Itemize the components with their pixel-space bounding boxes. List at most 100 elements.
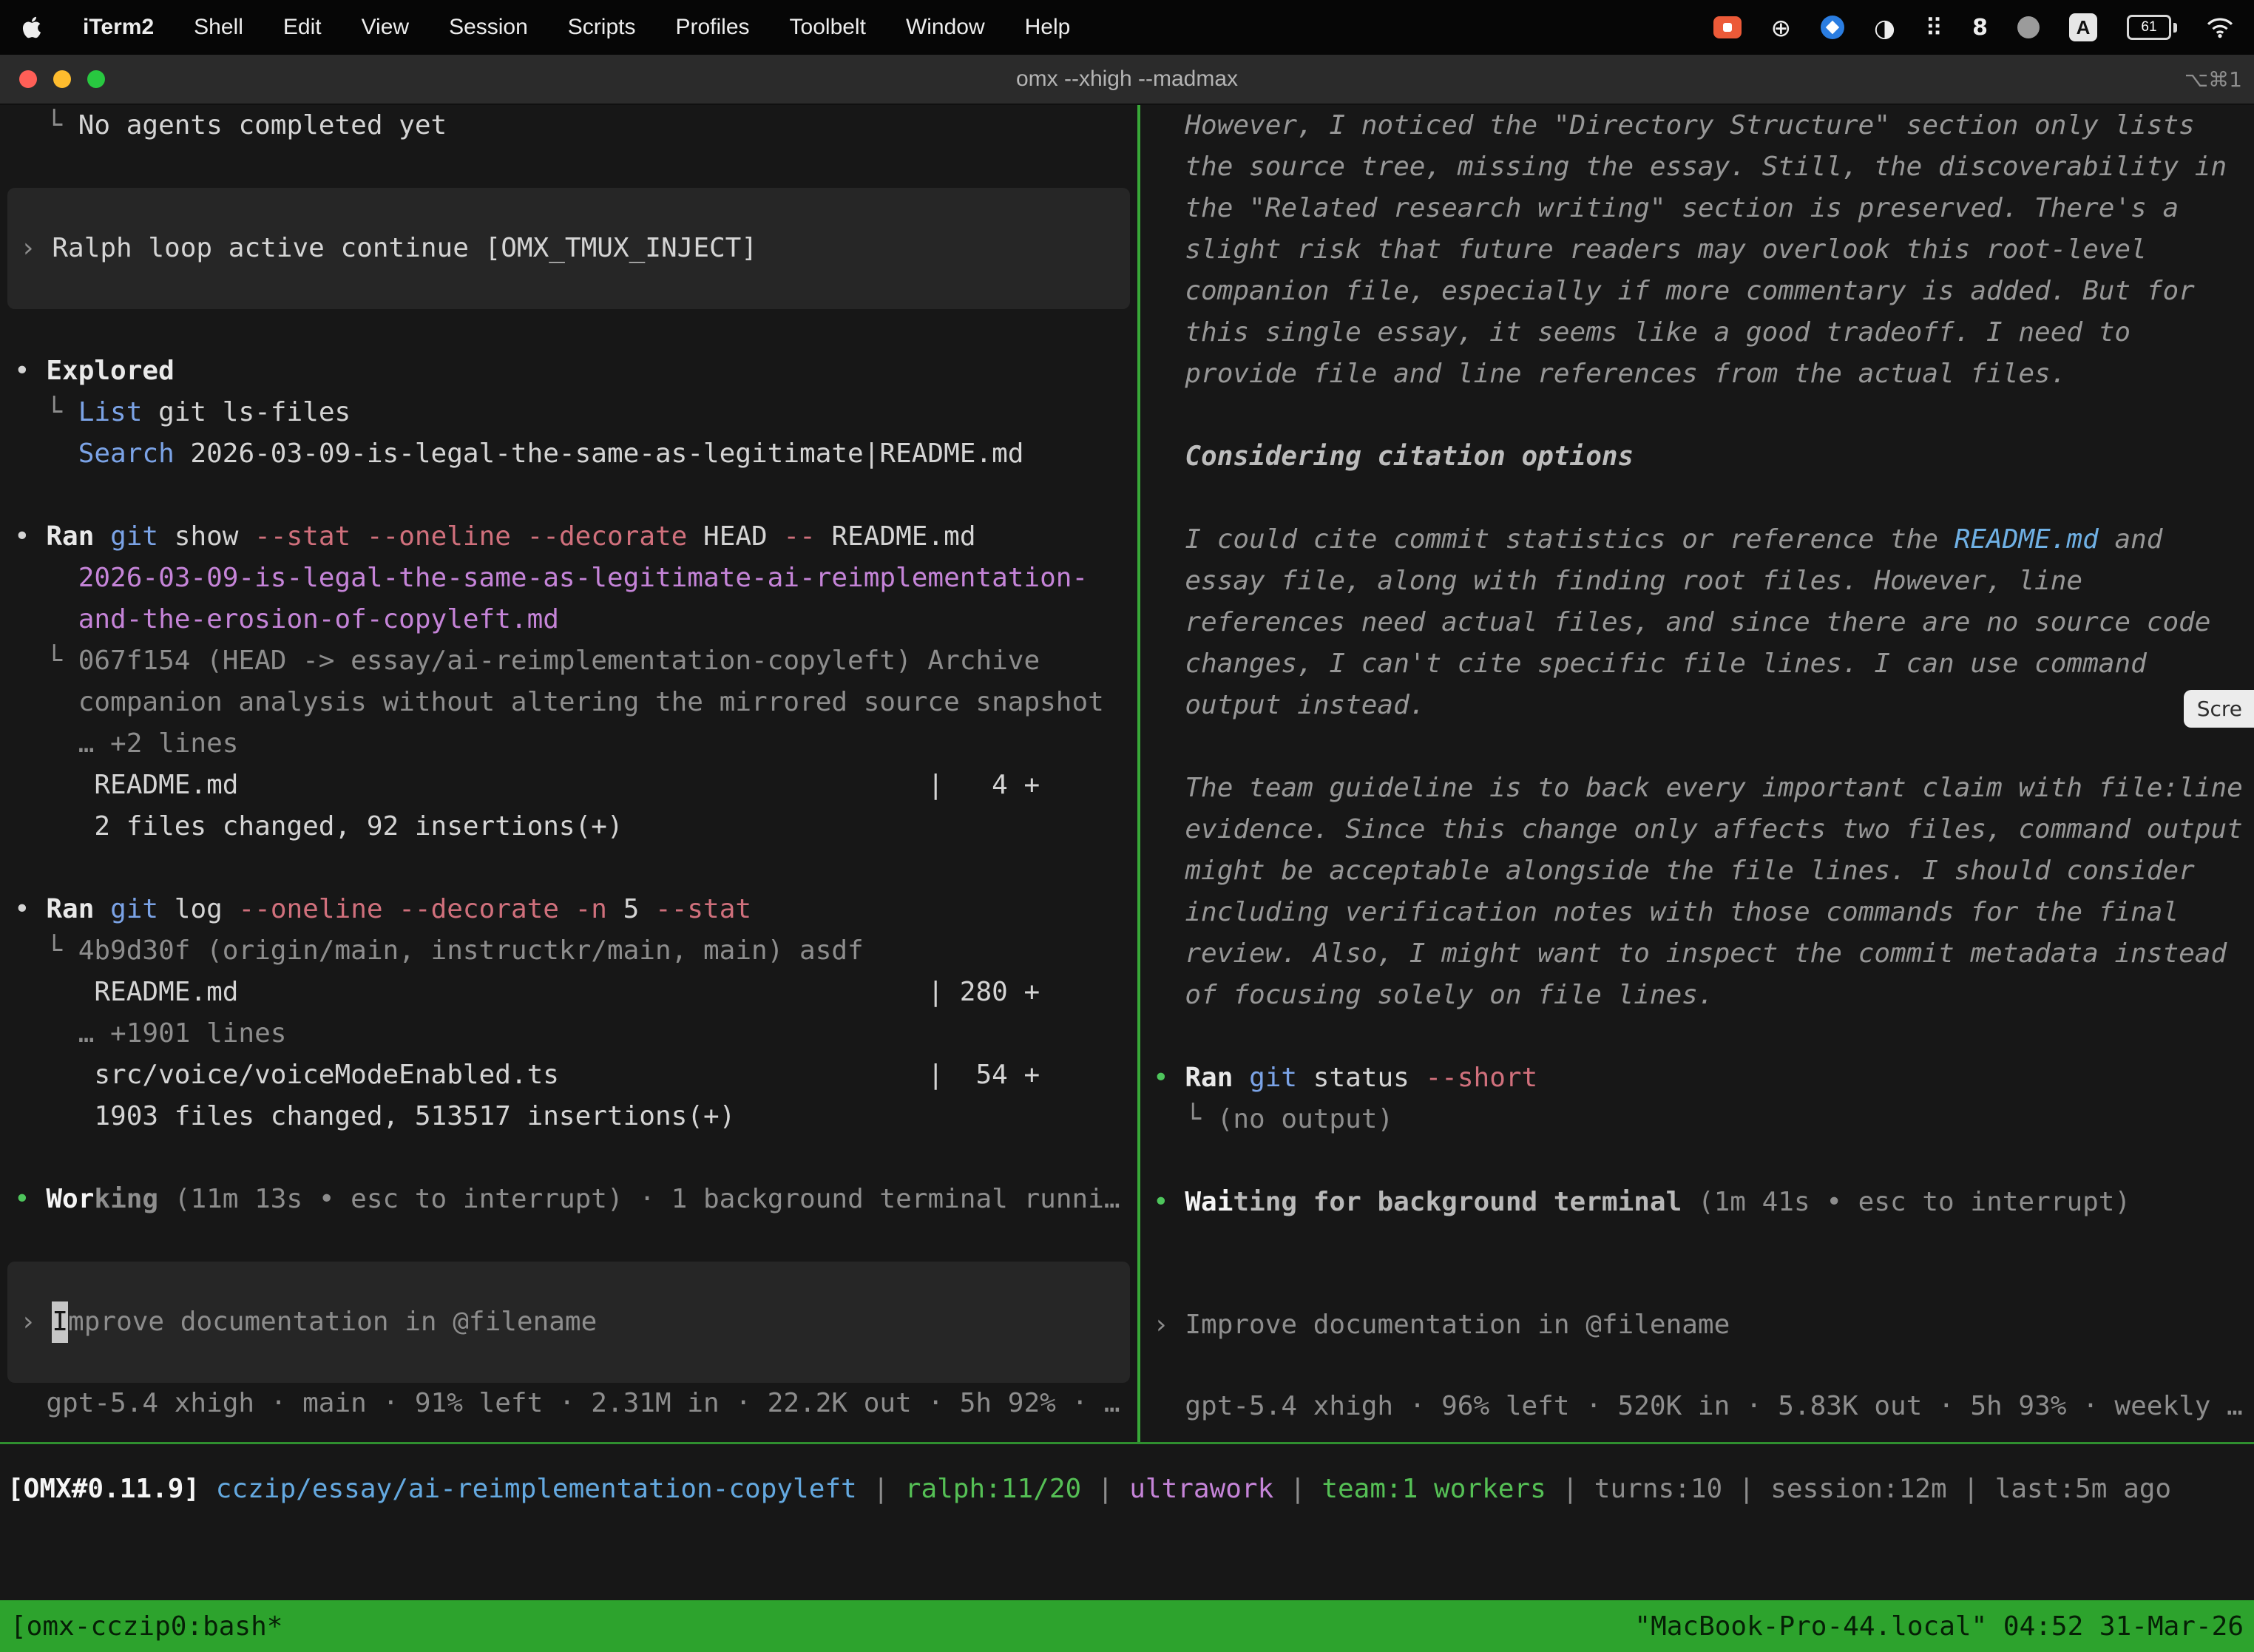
text-segment: README.md bbox=[816, 521, 976, 552]
text-segment: Search bbox=[78, 439, 175, 469]
blank-line bbox=[1140, 1016, 2254, 1057]
avatar-icon[interactable] bbox=[2017, 16, 2040, 38]
text-segment: Ran bbox=[46, 894, 94, 924]
text-segment: └ bbox=[14, 935, 78, 966]
menu-item-toolbelt[interactable]: Toolbelt bbox=[790, 15, 866, 40]
left-pane[interactable]: └ No agents completed yet› Ralph loop ac… bbox=[0, 105, 1137, 1442]
menu-item-help[interactable]: Help bbox=[1025, 15, 1071, 40]
right-pane[interactable]: However, I noticed the "Directory Struct… bbox=[1140, 105, 2254, 1442]
text-segment: README.md bbox=[14, 977, 238, 1007]
text-segment: I could cite commit statistics or refere… bbox=[1153, 524, 1955, 555]
battery-nub bbox=[2173, 23, 2177, 33]
text-segment: git bbox=[1249, 1063, 1297, 1093]
menu-item-iterm2[interactable]: iTerm2 bbox=[83, 15, 154, 40]
minimize-button[interactable] bbox=[53, 70, 71, 88]
blank-line bbox=[1140, 726, 2254, 768]
text-segment: › bbox=[20, 1301, 52, 1343]
macos-menu-bar: iTerm2 Shell Edit View Session Scripts Profile… bbox=[0, 0, 2254, 55]
prompt-input[interactable]: › Improve documentation in @filename bbox=[7, 1262, 1130, 1383]
text-segment: └ bbox=[14, 646, 78, 676]
text-segment bbox=[1233, 1063, 1249, 1093]
contrast-circle-icon[interactable]: ◑ bbox=[1874, 11, 1895, 44]
input-source-icon[interactable]: A bbox=[2069, 13, 2097, 41]
text-segment: … +1901 lines bbox=[14, 1018, 286, 1049]
text-segment bbox=[94, 521, 110, 552]
text-segment: (no output) bbox=[1217, 1104, 1393, 1134]
terminal-line: the "Related research writing" section i… bbox=[1140, 188, 2254, 229]
terminal-line: changes, I can't cite specific file line… bbox=[1140, 643, 2254, 685]
text-segment: git ls-files bbox=[142, 397, 351, 427]
text-segment: 2026-03-09-is-legal-the-same-as-legitima… bbox=[175, 439, 1024, 469]
recording-indicator[interactable] bbox=[1713, 16, 1742, 38]
text-segment: companion analysis without altering the … bbox=[14, 687, 1104, 717]
text-segment bbox=[200, 1474, 216, 1504]
terminal-window: └ No agents completed yet› Ralph loop ac… bbox=[0, 105, 2254, 1652]
text-segment: the source tree, missing the essay. Stil… bbox=[1153, 152, 2227, 182]
menu-item-profiles[interactable]: Profiles bbox=[675, 15, 749, 40]
text-segment: evidence. Since this change only affects… bbox=[1153, 814, 2243, 844]
text-segment: changes, I can't cite specific file line… bbox=[1153, 649, 2147, 679]
close-button[interactable] bbox=[19, 70, 37, 88]
text-segment: | bbox=[1947, 1474, 1995, 1504]
blank-line bbox=[1140, 478, 2254, 519]
terminal-line: README.md | 280 + bbox=[0, 972, 1137, 1013]
text-segment: --oneline --decorate -n bbox=[238, 894, 607, 924]
menu-bar-left: iTerm2 Shell Edit View Session Scripts Profile… bbox=[21, 15, 1070, 40]
terminal-line: src/voice/voiceModeEnabled.ts | 54 + bbox=[0, 1054, 1137, 1096]
battery-icon[interactable]: 61 bbox=[2127, 11, 2177, 44]
terminal-line: evidence. Since this change only affects… bbox=[1140, 809, 2254, 850]
compass-icon[interactable] bbox=[1821, 16, 1844, 39]
text-segment: | bbox=[1081, 1474, 1129, 1504]
text-segment: Ran bbox=[46, 521, 94, 552]
text-segment: • bbox=[14, 356, 46, 386]
text-segment: log bbox=[158, 894, 238, 924]
text-segment: turns:10 bbox=[1594, 1474, 1722, 1504]
menu-item-shell[interactable]: Shell bbox=[194, 15, 243, 40]
zoom-button[interactable] bbox=[87, 70, 105, 88]
key-8-icon[interactable]: 8 bbox=[1972, 11, 1988, 44]
terminal-cursor: I bbox=[52, 1301, 68, 1343]
globe-icon[interactable]: ⊕ bbox=[1771, 11, 1792, 44]
wifi-icon[interactable] bbox=[2207, 11, 2233, 44]
terminal-line: Search 2026-03-09-is-legal-the-same-as-l… bbox=[0, 433, 1137, 475]
menu-item-scripts[interactable]: Scripts bbox=[568, 15, 636, 40]
text-segment bbox=[14, 439, 78, 469]
text-segment: List bbox=[78, 397, 143, 427]
text-segment: gpt-5.4 xhigh · 96% left · 520K in · 5.8… bbox=[1153, 1391, 2243, 1421]
tmux-status-bar: [omx-cczip0:bash* "MacBook-Pro-44.local"… bbox=[0, 1600, 2254, 1652]
text-segment: • bbox=[14, 521, 46, 552]
text-segment: Wor bbox=[46, 1184, 94, 1214]
terminal-line: └ 4b9d30f (origin/main, instructkr/main,… bbox=[0, 930, 1137, 972]
screen-edge-tooltip[interactable]: Scre bbox=[2184, 690, 2254, 728]
terminal-line: └ 067f154 (HEAD -> essay/ai-reimplementa… bbox=[0, 640, 1137, 682]
menu-item-edit[interactable]: Edit bbox=[283, 15, 322, 40]
text-segment: 1903 files changed, 513517 insertions(+) bbox=[14, 1101, 735, 1131]
text-segment: README.md bbox=[1955, 524, 2099, 555]
battery-level: 61 bbox=[2127, 15, 2171, 40]
text-segment: cczip/essay/ai-reimplementation-copyleft bbox=[216, 1474, 857, 1504]
text-segment bbox=[94, 894, 110, 924]
text-segment: (1m 41s • esc to interrupt) bbox=[1682, 1187, 2131, 1217]
menu-item-session[interactable]: Session bbox=[449, 15, 528, 40]
terminal-line: of focusing solely on file lines. bbox=[1140, 975, 2254, 1016]
apps-grid-icon[interactable]: ⠿ bbox=[1925, 11, 1943, 44]
apple-menu-icon[interactable] bbox=[21, 16, 43, 38]
text-segment: src/voice/voiceModeEnabled.ts bbox=[14, 1060, 559, 1090]
terminal-line: slight risk that future readers may over… bbox=[1140, 229, 2254, 271]
menu-item-view[interactable]: View bbox=[362, 15, 409, 40]
window-title-bar[interactable]: omx --xhigh --madmax ⌥⌘1 bbox=[0, 55, 2254, 105]
tmux-session-window[interactable]: [omx-cczip0:bash* bbox=[10, 1611, 282, 1642]
prompt-input[interactable]: › Improve documentation in @filename bbox=[1140, 1265, 2254, 1386]
text-segment: this single essay, it seems like a good … bbox=[1153, 317, 2131, 348]
terminal-line: The team guideline is to back every impo… bbox=[1140, 768, 2254, 809]
text-segment: | bbox=[857, 1474, 905, 1504]
terminal-line: └ (no output) bbox=[1140, 1099, 2254, 1140]
text-segment: companion file, especially if more comme… bbox=[1153, 276, 2195, 306]
blank-line bbox=[0, 309, 1137, 351]
terminal-line: the source tree, missing the essay. Stil… bbox=[1140, 146, 2254, 188]
terminal-line: 2026-03-09-is-legal-the-same-as-legitima… bbox=[0, 558, 1137, 599]
terminal-line: essay file, along with finding root file… bbox=[1140, 561, 2254, 602]
working-status: • Working (11m 13s • esc to interrupt) ·… bbox=[0, 1179, 1137, 1220]
terminal-line: and-the-erosion-of-copyleft.md bbox=[0, 599, 1137, 640]
menu-item-window[interactable]: Window bbox=[906, 15, 985, 40]
